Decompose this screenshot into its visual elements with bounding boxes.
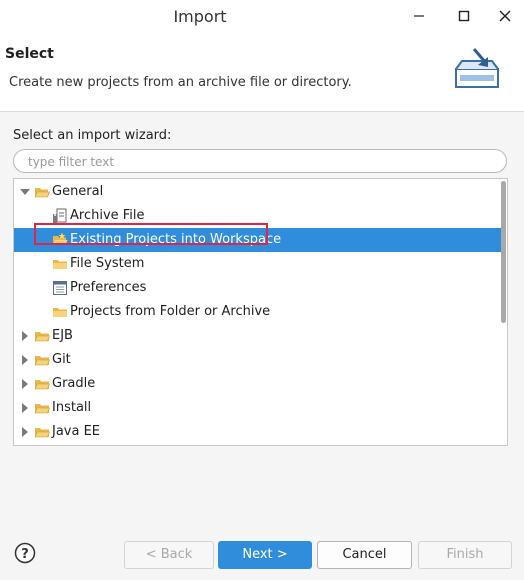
chevron-right-icon[interactable] xyxy=(19,354,31,366)
folder-icon xyxy=(53,308,67,317)
tree-item-label: Install xyxy=(52,400,92,415)
folder-icon xyxy=(34,404,50,414)
cancel-button[interactable]: Cancel xyxy=(317,541,412,569)
tree-item-java-ee[interactable]: Java EE xyxy=(14,420,502,444)
maximize-icon xyxy=(458,10,470,22)
tree-item-general[interactable]: General xyxy=(14,180,502,204)
tree-item-label: Archive File xyxy=(70,208,145,223)
minimize-button[interactable] xyxy=(404,4,434,28)
back-button[interactable]: < Back xyxy=(124,541,214,569)
tree-item-label: General xyxy=(52,184,104,199)
folder-icon xyxy=(34,332,50,342)
title-bar: Import xyxy=(0,0,524,33)
tree-item-file-system[interactable]: File System xyxy=(14,252,502,276)
tree-item-git[interactable]: Git xyxy=(14,348,502,372)
wizard-label: Select an import wizard: xyxy=(13,128,172,143)
vertical-scrollbar[interactable] xyxy=(501,181,506,323)
chevron-right-icon[interactable] xyxy=(19,330,31,342)
wizard-header: Select Create new projects from an archi… xyxy=(0,33,524,112)
folder-open-icon xyxy=(34,188,50,198)
finish-button[interactable]: Finish xyxy=(418,541,512,569)
page-description: Create new projects from an archive file… xyxy=(9,75,352,90)
maximize-button[interactable] xyxy=(449,4,479,28)
preferences-icon xyxy=(53,281,67,295)
window-title: Import xyxy=(173,7,227,26)
folder-icon xyxy=(34,428,50,438)
filter-field[interactable] xyxy=(13,149,507,173)
folder-icon xyxy=(34,380,50,390)
import-banner-icon xyxy=(455,48,499,88)
close-icon xyxy=(499,10,511,22)
page-title: Select xyxy=(5,46,54,62)
tree-item-projects-from-folder[interactable]: Projects from Folder or Archive xyxy=(14,300,502,324)
svg-text:?: ? xyxy=(21,547,29,562)
archive-file-icon xyxy=(53,208,67,223)
tree-item-label: EJB xyxy=(52,328,73,343)
folder-icon xyxy=(34,356,50,366)
filter-input[interactable] xyxy=(26,152,490,172)
tree-item-label: Java EE xyxy=(52,424,101,439)
chevron-right-icon[interactable] xyxy=(19,402,31,414)
tree-item-label: File System xyxy=(70,256,145,271)
chevron-down-icon[interactable] xyxy=(19,186,31,198)
tree-item-install[interactable]: Install xyxy=(14,396,502,420)
chevron-right-icon[interactable] xyxy=(19,426,31,438)
close-button[interactable] xyxy=(490,4,520,28)
tree-item-ejb[interactable]: EJB xyxy=(14,324,502,348)
next-button[interactable]: Next > xyxy=(218,541,312,569)
tree-item-label: Git xyxy=(52,352,71,367)
tree-item-label: Projects from Folder or Archive xyxy=(70,304,271,319)
tree-item-preferences[interactable]: Preferences xyxy=(14,276,502,300)
help-icon[interactable]: ? xyxy=(14,542,36,564)
wizard-tree[interactable]: General Archive File Existing Projects i… xyxy=(13,178,508,446)
tree-item-label: Preferences xyxy=(70,280,147,295)
selection-highlight-box xyxy=(34,223,268,245)
folder-icon xyxy=(53,260,67,269)
chevron-right-icon[interactable] xyxy=(19,378,31,390)
minimize-icon xyxy=(414,15,424,17)
tree-item-label: Gradle xyxy=(52,376,96,391)
tree-item-gradle[interactable]: Gradle xyxy=(14,372,502,396)
